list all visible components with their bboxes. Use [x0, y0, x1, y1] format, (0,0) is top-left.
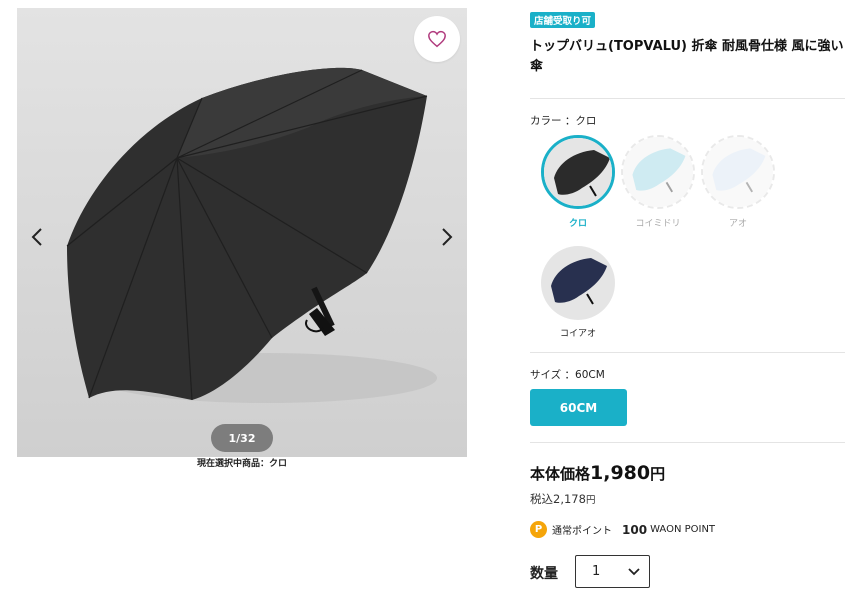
product-image-gallery: 1/32	[17, 8, 467, 457]
chevron-left-icon	[31, 228, 42, 246]
price-block: 本体価格1,980円	[530, 462, 665, 484]
color-swatch-kuro[interactable]	[541, 135, 615, 209]
heart-icon	[428, 30, 446, 48]
quantity-select[interactable]: 1	[575, 555, 650, 588]
price-label: 本体価格	[530, 465, 591, 483]
umbrella-thumbnail	[703, 137, 773, 207]
price-value: 1,980	[590, 462, 651, 484]
selected-item-caption: 現在選択中商品：クロ	[196, 459, 287, 469]
chevron-down-icon	[628, 567, 640, 575]
chevron-right-icon	[442, 228, 453, 246]
color-swatch-label: コイアオ	[559, 329, 596, 339]
store-pickup-badge: 店舗受取り可	[530, 12, 596, 28]
umbrella-thumbnail	[623, 137, 693, 207]
quantity-label: 数量	[530, 566, 558, 582]
product-photo-umbrella	[17, 8, 467, 457]
divider	[530, 352, 845, 353]
umbrella-thumbnail	[544, 138, 612, 206]
size-label: サイズ ：60CM	[530, 369, 605, 381]
previous-image-button[interactable]	[24, 220, 50, 254]
divider	[530, 442, 845, 443]
points-unit: WAON POINT	[650, 524, 716, 535]
size-option-60cm[interactable]: 60CM	[530, 389, 627, 426]
tax-unit: 円	[585, 495, 596, 506]
divider	[530, 98, 845, 99]
next-image-button[interactable]	[434, 220, 460, 254]
color-swatch-koiao[interactable]	[541, 246, 615, 320]
image-counter: 1/32	[211, 424, 273, 452]
color-swatch-label: クロ	[568, 219, 587, 229]
color-swatch-koimidori[interactable]	[621, 135, 695, 209]
color-label: カラー ：クロ	[530, 115, 597, 127]
color-swatch-label: コイミドリ	[635, 219, 681, 229]
points-label: 通常ポイント	[552, 526, 612, 537]
quantity-value: 1	[592, 564, 601, 579]
color-swatch-ao[interactable]	[701, 135, 775, 209]
points-value: 100	[622, 522, 648, 537]
tax-value: 2,178	[553, 492, 586, 506]
favorite-button[interactable]	[414, 16, 460, 62]
points-info: P 通常ポイント 100 WAON POINT	[530, 521, 715, 538]
tax-included-price: 税込2,178円	[530, 491, 595, 507]
point-icon: P	[530, 521, 547, 538]
color-swatch-label: アオ	[728, 219, 747, 229]
tax-label: 税込	[530, 492, 553, 506]
price-unit: 円	[650, 465, 666, 483]
product-title: トップバリュ(TOPVALU) 折傘 耐風骨仕様 風に強い傘	[530, 39, 844, 74]
umbrella-thumbnail	[541, 246, 615, 320]
